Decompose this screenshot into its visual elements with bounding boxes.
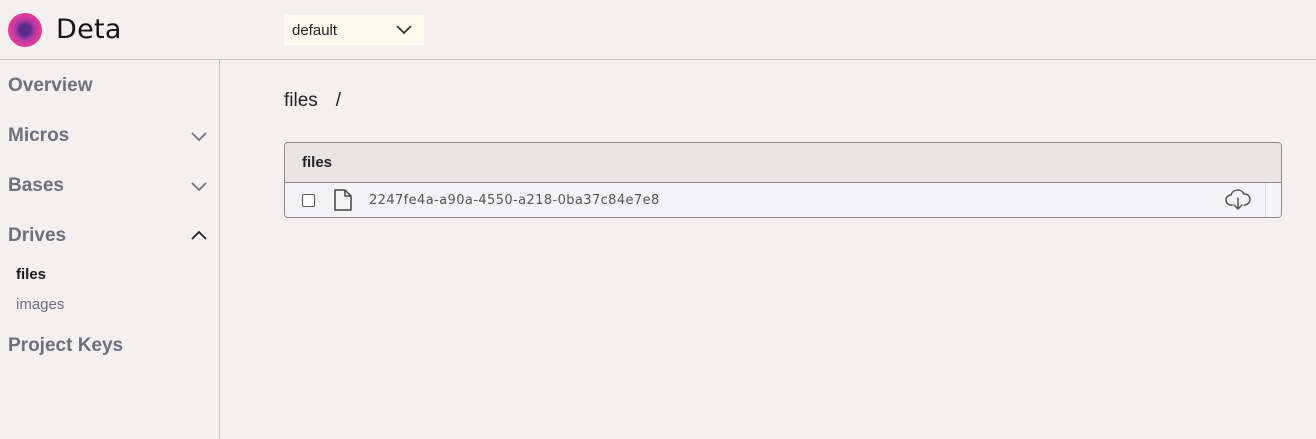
project-select[interactable]: default <box>284 15 424 45</box>
sidebar-item-bases[interactable]: Bases <box>8 172 208 200</box>
table-row[interactable]: 2247fe4a-a90a-4550-a218-0ba37c84e7e8 <box>285 183 1281 217</box>
row-scrollbar[interactable] <box>1265 183 1281 217</box>
table-header-label: files <box>302 154 333 171</box>
row-checkbox[interactable] <box>302 193 315 207</box>
sidebar-item-label: Bases <box>8 175 64 196</box>
sidebar-item-label: Overview <box>8 75 93 96</box>
cloud-download-icon[interactable] <box>1225 188 1251 212</box>
sidebar-item-drives[interactable]: Drives <box>8 222 208 250</box>
chevron-up-icon <box>191 230 207 240</box>
sidebar: Overview Micros Bases Drives files image… <box>0 60 220 439</box>
file-icon <box>334 189 352 211</box>
files-table: files 2247fe4a-a90a-4550-a218-0ba37c84e7… <box>284 142 1282 218</box>
sidebar-item-label: Drives <box>8 225 67 246</box>
sidebar-item-micros[interactable]: Micros <box>8 122 208 150</box>
sidebar-subitem-images[interactable]: images <box>16 296 64 313</box>
deta-logo-icon[interactable] <box>8 13 42 47</box>
chevron-down-icon <box>191 182 207 192</box>
sidebar-item-overview[interactable]: Overview <box>8 72 208 100</box>
sidebar-subitem-files[interactable]: files <box>16 266 46 283</box>
sidebar-item-project-keys[interactable]: Project Keys <box>8 332 208 360</box>
table-header: files <box>285 143 1281 183</box>
breadcrumb-drive[interactable]: files <box>284 90 318 112</box>
breadcrumb: files / <box>284 90 341 112</box>
sidebar-item-label: Project Keys <box>8 335 124 356</box>
chevron-down-icon <box>396 25 412 35</box>
sidebar-item-label: Micros <box>8 125 70 146</box>
top-bar: Deta default <box>0 0 1316 60</box>
brand-name[interactable]: Deta <box>56 14 122 45</box>
chevron-down-icon <box>191 132 207 142</box>
breadcrumb-separator: / <box>335 90 342 111</box>
project-select-value: default <box>292 21 338 39</box>
file-name[interactable]: 2247fe4a-a90a-4550-a218-0ba37c84e7e8 <box>369 193 660 208</box>
